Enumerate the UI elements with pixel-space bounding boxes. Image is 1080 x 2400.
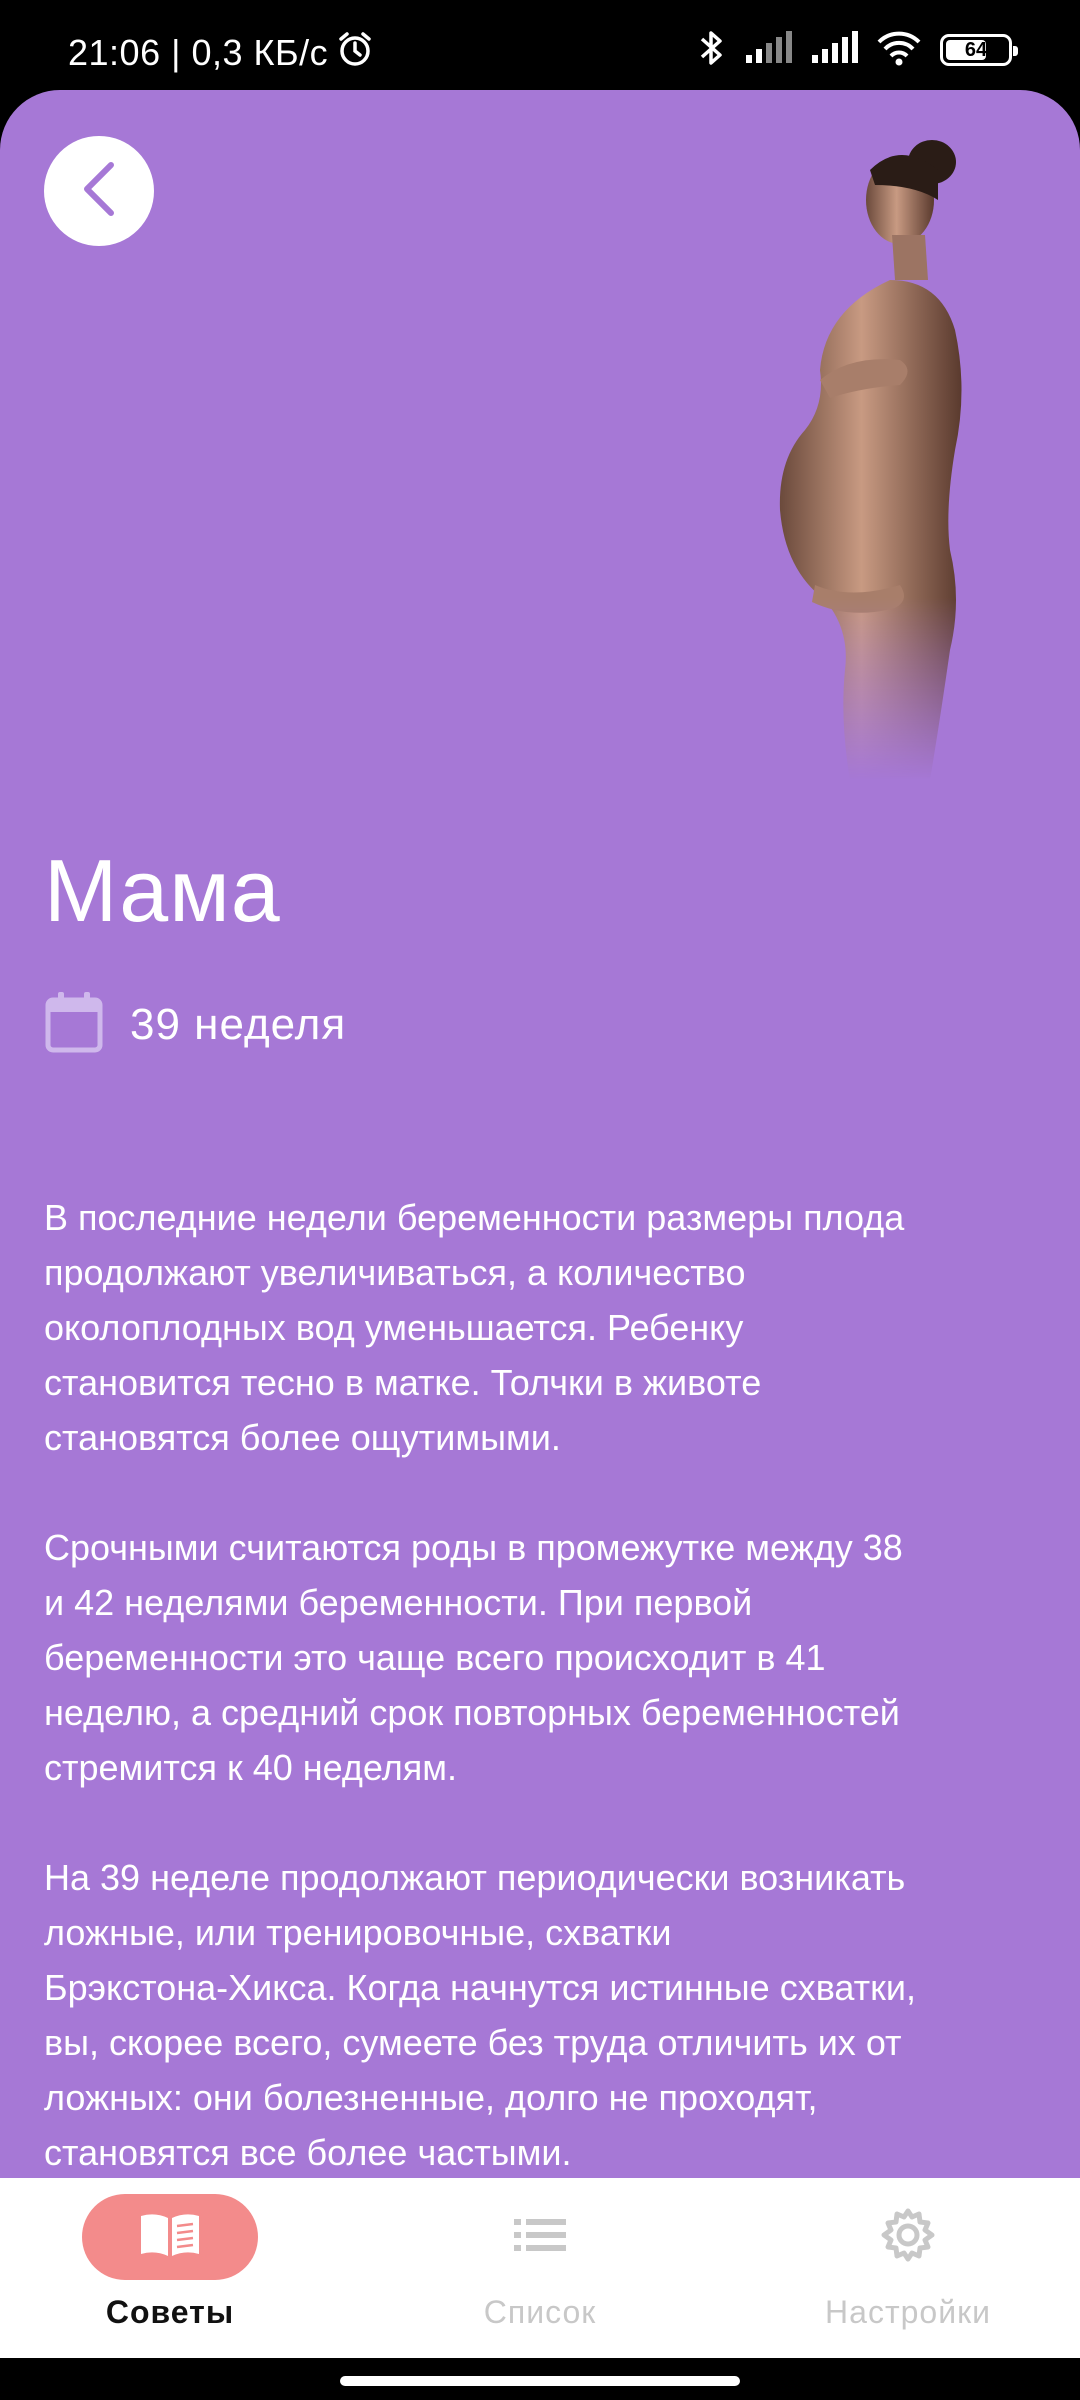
nav-settings[interactable]: Настройки bbox=[758, 2194, 1058, 2344]
wifi-icon bbox=[876, 30, 922, 71]
book-icon bbox=[137, 2210, 203, 2265]
alarm-icon bbox=[336, 30, 374, 76]
nav-list[interactable]: Список bbox=[390, 2194, 690, 2344]
status-time-speed: 21:06 | 0,3 КБ/с bbox=[68, 32, 329, 73]
status-left: 21:06 | 0,3 КБ/с bbox=[68, 30, 374, 76]
list-icon bbox=[512, 2215, 568, 2260]
nav-list-pill[interactable] bbox=[452, 2194, 628, 2280]
status-bar: 21:06 | 0,3 КБ/с 64 bbox=[0, 0, 1080, 92]
nav-list-label: Список bbox=[483, 2294, 597, 2330]
gear-icon bbox=[880, 2207, 936, 2268]
status-right: 64 bbox=[698, 28, 1018, 73]
signal-icon bbox=[744, 30, 792, 70]
battery-icon: 64 bbox=[940, 34, 1018, 66]
article-text: В последние недели беременности размеры … bbox=[44, 1197, 916, 2173]
calendar-icon bbox=[44, 990, 104, 1059]
back-button[interactable] bbox=[44, 136, 154, 246]
nav-tips-pill[interactable] bbox=[82, 2194, 258, 2280]
nav-settings-label: Настройки bbox=[825, 2294, 991, 2330]
nav-tips-label: Советы bbox=[105, 2294, 235, 2330]
content-panel: Мама 39 неделя В последние недели береме… bbox=[0, 90, 1080, 2180]
signal-icon bbox=[810, 30, 858, 70]
gesture-bar[interactable] bbox=[340, 2376, 740, 2386]
week-row: 39 неделя bbox=[44, 990, 346, 1059]
bottom-nav: Советы Список Настройки bbox=[0, 2178, 1080, 2358]
nav-settings-pill[interactable] bbox=[820, 2194, 996, 2280]
week-label: 39 неделя bbox=[130, 999, 347, 1049]
page-title: Мама bbox=[44, 841, 281, 940]
bluetooth-icon bbox=[698, 28, 726, 73]
battery-level: 64 bbox=[964, 38, 988, 61]
pregnant-woman-image bbox=[700, 130, 1000, 780]
chevron-left-icon bbox=[77, 159, 121, 224]
nav-tips[interactable]: Советы bbox=[20, 2194, 320, 2344]
